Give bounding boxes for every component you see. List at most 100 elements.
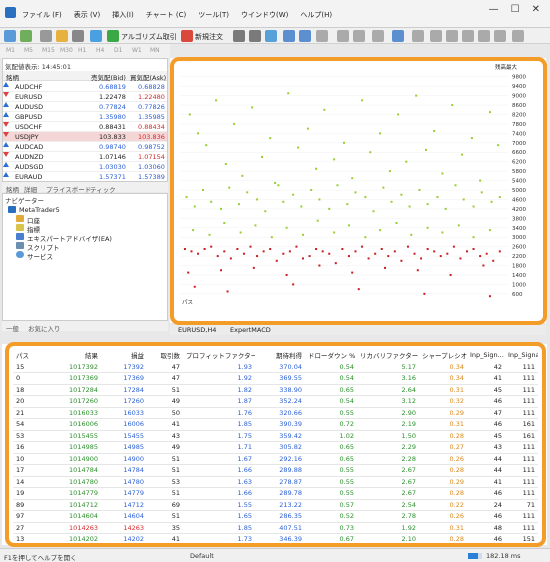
navigator-tab-1[interactable]: お気に入り [28, 323, 61, 333]
text-icon[interactable] [512, 30, 524, 42]
menu-item-2[interactable]: 挿入(I) [112, 10, 134, 20]
market-watch-row[interactable]: EURUSD 1.22478 1.22480 [3, 92, 167, 102]
market-watch-icon[interactable] [40, 30, 52, 42]
menu-item-6[interactable]: ヘルプ(H) [300, 10, 332, 20]
candlestick-icon[interactable] [249, 30, 261, 42]
chart-shift-icon[interactable] [353, 30, 365, 42]
navigator-tab-0[interactable]: 一般 [6, 323, 19, 333]
channel-icon[interactable] [478, 30, 490, 42]
bid-value: 103.833 [99, 133, 126, 141]
timeframe-m1[interactable]: M1 [6, 47, 15, 54]
autoscroll-icon[interactable] [337, 30, 349, 42]
horizontal-line-icon[interactable] [446, 30, 458, 42]
menu-bar: ファイル (F) 表示 (V) 挿入(I) チャート (C) ツール(T) ウインドウ(W… [0, 0, 550, 28]
timeframe-w1[interactable]: W1 [132, 47, 142, 54]
algo-trading-icon[interactable] [107, 30, 119, 42]
bid-value: 1.03030 [99, 163, 126, 171]
table-highlight-frame [5, 342, 546, 547]
navigator-icon[interactable] [56, 30, 68, 42]
chart-tab-0[interactable]: EURUSD,H4 [174, 326, 220, 334]
menu-item-4[interactable]: ツール(T) [198, 10, 229, 20]
symbol-name: AUDUSD [15, 103, 44, 111]
ask-value: 0.88434 [138, 123, 165, 131]
metatrader-icon [8, 206, 16, 213]
algo-trading-button[interactable]: アルゴリズム取引 [121, 32, 177, 42]
bid-value: 0.88431 [99, 123, 126, 131]
zoom-out-icon[interactable] [299, 30, 311, 42]
arrow-up-icon [3, 112, 9, 117]
nav-item-metatrader5[interactable]: MetaTrader5 [19, 206, 60, 214]
chart-tab-1[interactable]: ExpertMACD [226, 326, 275, 334]
line-chart-icon[interactable] [265, 30, 277, 42]
grid-icon[interactable] [316, 30, 328, 42]
toolbar: アルゴリズム取引 新規注文 [0, 28, 550, 44]
market-watch-row[interactable]: USDJPY 103.833 103.836 [3, 132, 167, 142]
window-controls: — ☐ ✕ [489, 4, 540, 15]
maximize-icon[interactable]: ☐ [511, 4, 520, 15]
market-watch-title: 気配値表示: 14:45:01 [5, 63, 71, 71]
timeframe-mn[interactable]: MN [150, 47, 160, 54]
ask-value: 0.68828 [138, 83, 165, 91]
market-watch-row[interactable]: AUDSGD 1.03030 1.03060 [3, 162, 167, 172]
symbol-name: EURUSD [15, 93, 43, 101]
ask-value: 0.77826 [138, 103, 165, 111]
close-icon[interactable]: ✕ [532, 4, 540, 15]
market-watch-row[interactable]: AUDNZD 1.07146 1.07154 [3, 152, 167, 162]
timeframe-m5[interactable]: M5 [24, 47, 33, 54]
ask-value: 1.03060 [138, 163, 165, 171]
arrow-up-icon [3, 102, 9, 107]
timeframe-h1[interactable]: H1 [78, 47, 86, 54]
market-watch-row[interactable]: AUDUSD 0.77824 0.77826 [3, 102, 167, 112]
market-watch-row[interactable]: GBPUSD 1.35980 1.35985 [3, 112, 167, 122]
indicators-icon [16, 224, 24, 231]
timeframe-m30[interactable]: M30 [60, 47, 73, 54]
nav-item-services[interactable]: サービス [27, 251, 53, 261]
strategy-tester-icon[interactable] [90, 30, 102, 42]
new-order-button[interactable]: 新規注文 [195, 32, 223, 42]
symbol-name: AUDNZD [15, 153, 44, 161]
symbol-column-header[interactable]: 銘柄 [6, 72, 19, 82]
arrow-up-icon [3, 162, 9, 167]
vertical-line-icon[interactable] [430, 30, 442, 42]
ask-column-header[interactable]: 買気配(Ask) [130, 72, 166, 82]
crosshair-icon[interactable] [412, 30, 424, 42]
arrow-up-icon [3, 172, 9, 177]
menu-item-1[interactable]: 表示 (V) [74, 10, 100, 20]
symbol-name: USDCHF [15, 123, 43, 131]
menu-item-3[interactable]: チャート (C) [146, 10, 187, 20]
cursor-icon[interactable] [392, 30, 404, 42]
market-watch-row[interactable]: USDCHF 0.88431 0.88434 [3, 122, 167, 132]
expert-advisors-icon [16, 233, 24, 240]
profiles-icon[interactable] [20, 30, 32, 42]
scripts-icon [16, 242, 24, 249]
indicators-icon[interactable] [372, 30, 384, 42]
bid-column-header[interactable]: 売気配(Bid) [91, 72, 126, 82]
market-watch-row[interactable]: AUDCAD 0.98740 0.98752 [3, 142, 167, 152]
trendline-icon[interactable] [462, 30, 474, 42]
status-profile: Default [190, 552, 214, 560]
timeframe-h4[interactable]: H4 [96, 47, 104, 54]
symbol-name: AUDCAD [15, 143, 44, 151]
ask-value: 1.35985 [138, 113, 165, 121]
bar-chart-icon[interactable] [233, 30, 245, 42]
timeframe-d1[interactable]: D1 [114, 47, 122, 54]
market-watch-row[interactable]: AUDCHF 0.68819 0.68828 [3, 82, 167, 92]
timeframe-m15[interactable]: M15 [42, 47, 55, 54]
new-chart-icon[interactable] [4, 30, 16, 42]
arrow-up-icon [3, 142, 9, 147]
services-icon [16, 251, 24, 258]
connection-meter-icon [468, 553, 482, 559]
navigator-title: ナビゲーター [5, 197, 44, 205]
arrow-up-icon [3, 82, 9, 87]
zoom-in-icon[interactable] [283, 30, 295, 42]
bid-value: 1.22478 [99, 93, 126, 101]
terminal-icon[interactable] [72, 30, 84, 42]
symbol-name: AUDCHF [15, 83, 43, 91]
menu-item-0[interactable]: ファイル (F) [22, 10, 62, 20]
bid-value: 0.98740 [99, 143, 126, 151]
menu-item-5[interactable]: ウインドウ(W) [241, 10, 288, 20]
minimize-icon[interactable]: — [489, 4, 499, 15]
fibonacci-icon[interactable] [494, 30, 506, 42]
new-order-icon[interactable] [181, 30, 193, 42]
bid-value: 1.07146 [99, 153, 126, 161]
